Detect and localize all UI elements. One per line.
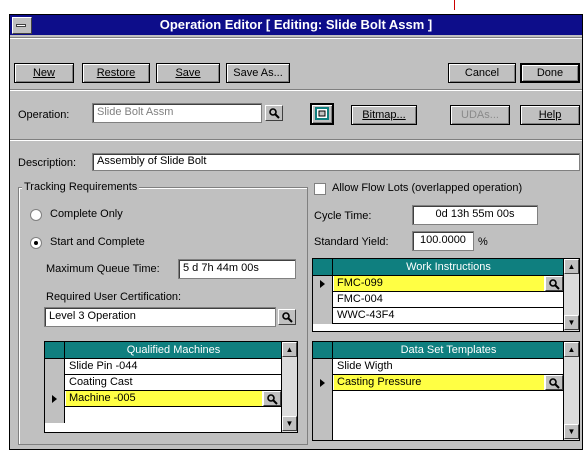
- bitmap-button[interactable]: Bitmap...: [351, 105, 417, 125]
- table-row[interactable]: Slide Pin -044: [45, 359, 282, 375]
- table-row[interactable]: FMC-004: [313, 292, 564, 308]
- cursor-marker: [454, 0, 455, 10]
- standard-yield-label: Standard Yield:: [314, 236, 389, 248]
- machine-lookup-icon[interactable]: [263, 391, 281, 406]
- current-row-icon: [52, 395, 57, 403]
- data-set-templates-header: Data Set Templates: [333, 342, 564, 359]
- operation-lookup-icon[interactable]: [265, 105, 283, 121]
- table-row[interactable]: WWC-43F4: [313, 308, 564, 324]
- work-instructions-scrollbar[interactable]: ▲ ▼: [563, 259, 579, 331]
- scroll-up-icon[interactable]: ▲: [564, 342, 579, 357]
- cert-lookup-icon[interactable]: [278, 309, 296, 325]
- start-and-complete-label: Start and Complete: [50, 236, 145, 248]
- description-field[interactable]: Assembly of Slide Bolt: [92, 153, 580, 171]
- divider: [10, 139, 582, 141]
- qualified-machines-grid: Qualified Machines Slide Pin -044 Coatin…: [44, 341, 298, 433]
- scroll-up-icon[interactable]: ▲: [564, 259, 579, 274]
- data-set-templates-grid: Data Set Templates Slide Wigth Casting P…: [312, 341, 580, 441]
- allow-flow-lots-label: Allow Flow Lots (overlapped operation): [332, 182, 523, 194]
- max-queue-time-field[interactable]: 5 d 7h 44m 00s: [178, 259, 296, 279]
- divider: [10, 89, 582, 91]
- complete-only-label: Complete Only: [50, 208, 123, 220]
- tracking-requirements-label: Tracking Requirements: [22, 181, 140, 193]
- work-instructions-header: Work Instructions: [333, 259, 564, 276]
- yield-unit: %: [478, 236, 488, 248]
- current-row-icon: [320, 379, 325, 387]
- window-title: Operation Editor [ Editing: Slide Bolt A…: [159, 17, 433, 32]
- title-bar: Operation Editor [ Editing: Slide Bolt A…: [10, 15, 582, 35]
- scroll-down-icon[interactable]: ▼: [564, 424, 579, 439]
- cert-field[interactable]: Level 3 Operation: [44, 307, 276, 327]
- data-set-templates-scrollbar[interactable]: ▲ ▼: [563, 342, 579, 440]
- start-and-complete-radio[interactable]: [30, 237, 42, 249]
- machines-scrollbar[interactable]: ▲ ▼: [281, 342, 297, 432]
- cert-label: Required User Certification:: [46, 291, 182, 303]
- table-row[interactable]: Machine -005: [45, 391, 282, 407]
- instruction-lookup-icon[interactable]: [545, 276, 563, 291]
- restore-button[interactable]: Restore: [82, 63, 150, 83]
- cycle-time-field[interactable]: 0d 13h 55m 00s: [412, 205, 538, 225]
- new-button[interactable]: New: [14, 63, 74, 83]
- current-row-icon: [320, 280, 325, 288]
- table-row[interactable]: Slide Wigth: [313, 359, 564, 375]
- operation-label: Operation:: [18, 109, 70, 121]
- table-row[interactable]: FMC-099: [313, 276, 564, 292]
- table-row[interactable]: [45, 407, 282, 423]
- cycle-time-label: Cycle Time:: [314, 210, 372, 222]
- cancel-button[interactable]: Cancel: [448, 63, 516, 83]
- grid-corner: [313, 259, 333, 276]
- allow-flow-lots-checkbox[interactable]: [314, 183, 326, 195]
- table-row[interactable]: [313, 391, 564, 440]
- save-as-button[interactable]: Save As...: [226, 63, 290, 83]
- work-instructions-grid: Work Instructions FMC-099 FMC-004 WWC-43…: [312, 258, 580, 332]
- scroll-down-icon[interactable]: ▼: [282, 416, 297, 431]
- done-button[interactable]: Done: [520, 63, 580, 83]
- table-row[interactable]: Casting Pressure: [313, 375, 564, 391]
- udas-button[interactable]: UDAs...: [450, 105, 510, 125]
- save-button[interactable]: Save: [156, 63, 220, 83]
- description-label: Description:: [18, 157, 77, 169]
- qualified-machines-header: Qualified Machines: [65, 342, 282, 359]
- scroll-down-icon[interactable]: ▼: [564, 315, 579, 330]
- scroll-up-icon[interactable]: ▲: [282, 342, 297, 357]
- grid-corner: [313, 342, 333, 359]
- table-row[interactable]: Coating Cast: [45, 375, 282, 391]
- grid-corner: [45, 342, 65, 359]
- max-queue-time-label: Maximum Queue Time:: [46, 263, 160, 275]
- complete-only-radio[interactable]: [30, 209, 42, 221]
- standard-yield-field[interactable]: 100.0000: [412, 231, 474, 251]
- help-button[interactable]: Help: [520, 105, 580, 125]
- data-set-lookup-icon[interactable]: [545, 375, 563, 390]
- operation-editor-window: Operation Editor [ Editing: Slide Bolt A…: [9, 14, 583, 450]
- divider: [10, 37, 582, 39]
- operation-field[interactable]: Slide Bolt Assm: [92, 103, 262, 123]
- refresh-icon[interactable]: [310, 103, 334, 125]
